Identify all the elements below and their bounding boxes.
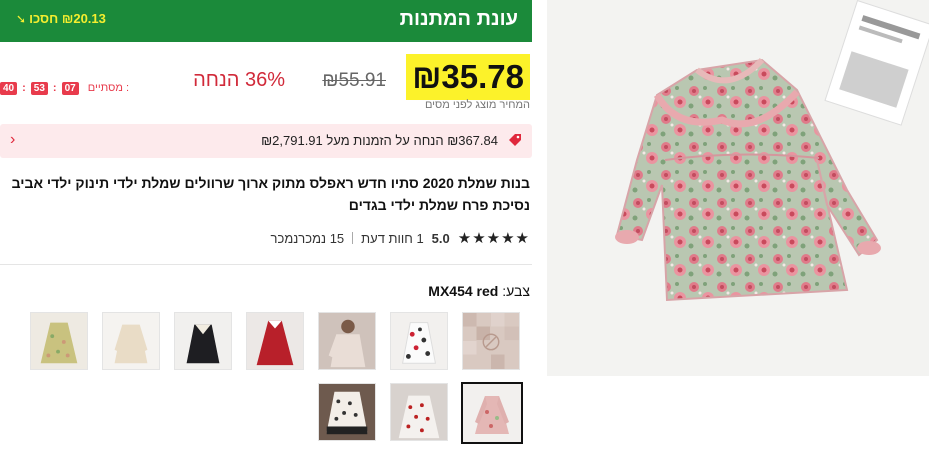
color-option-thumbnail[interactable] xyxy=(318,383,376,441)
color-option-thumbnail[interactable] xyxy=(174,312,232,370)
rating-row[interactable]: ★★★★★ 5.0 1 חוות דעת 15 נמכרנמכר xyxy=(271,229,530,247)
sold-count: 15 נמכרנמכר xyxy=(270,230,345,246)
coupon-row[interactable]: ₪367.84 הנחה על הזמנות מעל ₪2,791.91 ‹ xyxy=(0,124,532,158)
countdown-minutes: 53 xyxy=(30,81,48,95)
product-page: עונת המתנות ₪20.13 חסכו➘ ₪35.78 ₪55.91 3… xyxy=(0,0,929,454)
promo-savings: ₪20.13 חסכו➘ xyxy=(16,11,106,26)
color-label: צבע: xyxy=(502,283,530,299)
color-option-thumbnail[interactable] xyxy=(246,312,304,370)
original-price: ₪55.91 xyxy=(322,70,386,91)
color-option-thumbnail[interactable] xyxy=(318,312,376,370)
countdown-label: מסתיים : xyxy=(87,82,130,94)
color-option-thumbnail[interactable] xyxy=(390,383,448,441)
review-count-link[interactable]: 1 חוות דעת xyxy=(361,231,424,246)
countdown-timer: 40 : 53 : 07 מסתיים : xyxy=(0,80,129,96)
coupon-text: ₪367.84 הנחה על הזמנות מעל ₪2,791.91 xyxy=(261,133,498,148)
divider xyxy=(352,232,354,244)
section-divider xyxy=(0,264,532,265)
arrow-down-icon: ➘ xyxy=(16,12,27,26)
selected-color-value: MX454 red xyxy=(428,283,499,299)
color-option-thumbnail[interactable] xyxy=(390,312,448,370)
product-title: בנות שמלת 2020 סתיו חדש ראפלס מתוק ארוך … xyxy=(11,175,530,213)
countdown-seconds: 40 xyxy=(0,81,18,95)
product-info-panel: עונת המתנות ₪20.13 חסכו➘ ₪35.78 ₪55.91 3… xyxy=(0,0,532,454)
color-option-thumbnail[interactable] xyxy=(30,312,88,370)
chevron-left-icon[interactable]: ‹ xyxy=(10,131,15,149)
promo-title: עונת המתנות xyxy=(399,8,518,30)
color-option-thumbnail-selected[interactable] xyxy=(461,382,523,444)
color-option-thumbnail[interactable] xyxy=(462,312,520,370)
promo-banner[interactable]: עונת המתנות ₪20.13 חסכו➘ xyxy=(0,0,532,42)
promo-save-text: ₪20.13 חסכו xyxy=(29,11,106,26)
countdown-hours: 07 xyxy=(61,81,79,95)
product-main-image[interactable] xyxy=(547,0,929,376)
discount-badge: 36% הנחה xyxy=(193,69,285,91)
color-option-thumbnail[interactable] xyxy=(102,312,160,370)
rating-value: 5.0 xyxy=(431,230,450,246)
star-rating-icon: ★★★★★ xyxy=(457,230,530,247)
tax-note: המחיר מוצג לפני מסים xyxy=(424,99,530,111)
color-selector-label: צבע: MX454 red xyxy=(428,283,530,299)
tag-icon xyxy=(508,133,522,147)
floral-dress-image xyxy=(547,0,929,376)
current-price: ₪35.78 xyxy=(406,54,530,100)
